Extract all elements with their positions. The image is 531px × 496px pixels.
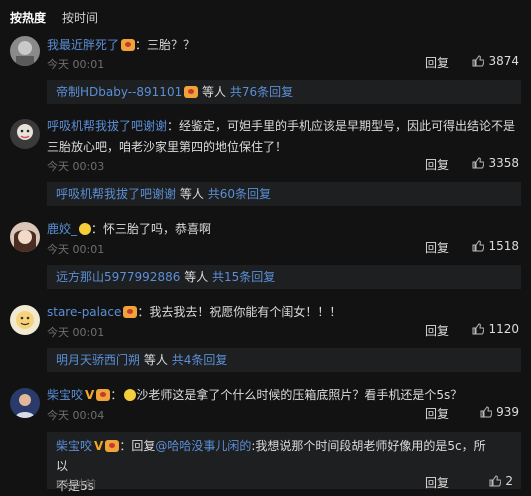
comment-text-line1: 经鉴定，可妲手里的手机应该是早期型号，因此可得出结论不是: [179, 119, 516, 133]
comment-username[interactable]: 呼吸机帮我拔了吧谢谢: [47, 119, 167, 133]
member-badge-icon: [96, 389, 111, 401]
comment-text: 怀三胎了吗，恭喜啊: [103, 222, 212, 236]
comment-text: 我去我去！祝愿你能有个闺女！！！: [149, 305, 342, 319]
member-badge-icon: [123, 306, 138, 318]
comment-time: 今天 00:01: [47, 58, 105, 71]
sort-by-time-tab[interactable]: 按时间: [62, 9, 98, 26]
reply-count-link[interactable]: 共15条回复: [212, 270, 275, 284]
thumbs-up-icon: [472, 157, 485, 169]
avatar-image: [10, 305, 40, 335]
verified-v-icon: V: [85, 388, 95, 402]
reply-count-link[interactable]: 共4条回复: [172, 353, 228, 367]
like-button[interactable]: 1120: [472, 322, 519, 336]
inline-reply: 柴宝咬 V ：回复@哈哈没事儿闲的:我想说那个时间段胡老师好像用的是5c，所以 不是…: [47, 432, 521, 493]
others-label: 等人: [143, 353, 168, 367]
like-count: 1518: [488, 239, 519, 253]
comment-time: 今天 00:01: [47, 243, 105, 256]
thumbs-up-icon: [489, 475, 502, 487]
sub-reply-username[interactable]: 明月天骄西门朔: [56, 353, 140, 367]
verified-v-icon: V: [94, 439, 104, 453]
sort-by-hot-tab[interactable]: 按热度: [10, 9, 46, 26]
colon-separator: ：: [110, 388, 123, 402]
comment-username[interactable]: 柴宝咬: [47, 388, 83, 402]
avatar[interactable]: [10, 36, 40, 66]
reply-button[interactable]: 回复: [425, 474, 449, 491]
reply-count-link[interactable]: 共60条回复: [208, 187, 271, 201]
like-count: 2: [505, 474, 513, 488]
avatar-image: [10, 388, 40, 418]
colon-separator: ：: [135, 38, 148, 52]
comment-text: 沙老师这是拿了个什么时候的压箱底照片？看手机还是个5s？: [136, 388, 463, 402]
avatar-image: [10, 222, 40, 252]
thumbs-up-icon: [472, 323, 485, 335]
member-badge-icon: [105, 440, 120, 452]
colon-separator: ：: [137, 305, 150, 319]
member-badge-icon: [184, 86, 199, 98]
comment-time: 今天 00:01: [47, 326, 105, 339]
sub-reply-summary[interactable]: 远方那山5977992886 等人 共15条回复: [47, 265, 521, 289]
avatar[interactable]: [10, 119, 40, 149]
colon-separator: ：: [167, 119, 180, 133]
emoji-icon: [124, 389, 137, 401]
comment-username[interactable]: 我最近胖死了: [47, 38, 119, 52]
like-button[interactable]: 3874: [472, 54, 519, 68]
sub-reply-summary[interactable]: 明月天骄西门朔 等人 共4条回复: [47, 348, 521, 372]
reply-button[interactable]: 回复: [425, 239, 449, 256]
like-button[interactable]: 2: [489, 474, 513, 488]
mention-link[interactable]: @哈哈没事儿闲的: [155, 439, 251, 453]
comment-username[interactable]: stare-palace: [47, 305, 121, 319]
like-button[interactable]: 939: [480, 405, 519, 419]
sort-tabs: 按热度 按时间: [10, 9, 98, 26]
avatar[interactable]: [10, 305, 40, 335]
comment-username[interactable]: 鹿姣_: [47, 222, 77, 236]
comment-time: 今天 00:03: [47, 160, 105, 173]
reply-username[interactable]: 柴宝咬: [56, 439, 92, 453]
others-label: 等人: [184, 270, 209, 284]
others-label: 等人: [202, 85, 227, 99]
sub-reply-summary[interactable]: 帝制HDbaby--891101 等人 共76条回复: [47, 80, 521, 104]
comment-text-line2: 三胎放心吧，咱老沙家里第四的地位保住了！: [47, 140, 288, 154]
others-label: 等人: [179, 187, 204, 201]
reply-button[interactable]: 回复: [425, 405, 449, 422]
reply-count-link[interactable]: 共76条回复: [230, 85, 293, 99]
avatar[interactable]: [10, 388, 40, 418]
thumbs-up-icon: [472, 55, 485, 67]
like-count: 1120: [488, 322, 519, 336]
colon-separator: ：: [91, 222, 104, 236]
sub-reply-summary[interactable]: 呼吸机帮我拔了吧谢谢 等人 共60条回复: [47, 182, 521, 206]
reply-button[interactable]: 回复: [425, 322, 449, 339]
like-button[interactable]: 1518: [472, 239, 519, 253]
reply-button[interactable]: 回复: [425, 54, 449, 71]
reply-button[interactable]: 回复: [425, 156, 449, 173]
emoji-badge-icon: [79, 223, 92, 235]
reply-prefix: ：回复: [119, 439, 156, 453]
thumbs-up-icon: [480, 406, 493, 418]
avatar-image: [10, 119, 40, 149]
like-count: 939: [496, 405, 519, 419]
like-count: 3874: [488, 54, 519, 68]
member-badge-icon: [121, 39, 136, 51]
sub-reply-username[interactable]: 呼吸机帮我拔了吧谢谢: [56, 187, 176, 201]
comment-time: 今天 00:04: [47, 409, 105, 422]
like-count: 3358: [488, 156, 519, 170]
reply-time: 6分钟前: [56, 478, 96, 491]
avatar[interactable]: [10, 222, 40, 252]
comment-text: 三胎？？: [147, 38, 196, 52]
thumbs-up-icon: [472, 240, 485, 252]
sub-reply-username[interactable]: 远方那山5977992886: [56, 270, 180, 284]
like-button[interactable]: 3358: [472, 156, 519, 170]
avatar-image: [10, 36, 40, 66]
sub-reply-username[interactable]: 帝制HDbaby--891101: [56, 85, 182, 99]
